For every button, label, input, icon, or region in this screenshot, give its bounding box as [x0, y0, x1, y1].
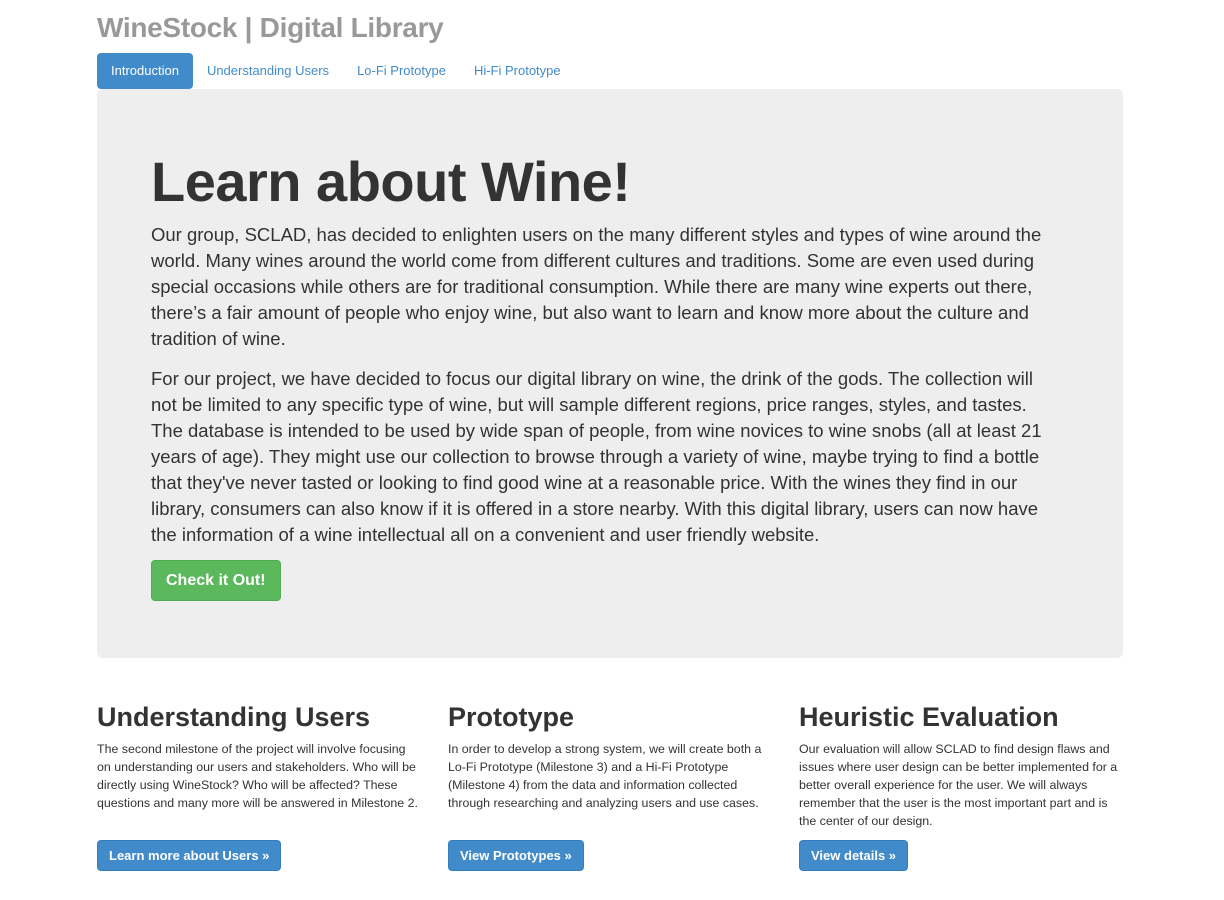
- nav-tabs: Introduction Understanding Users Lo-Fi P…: [97, 53, 575, 89]
- hero-intro-paragraph: Our group, SCLAD, has decided to enlight…: [151, 224, 1042, 349]
- hero-jumbotron: Learn about Wine! Our group, SCLAD, has …: [97, 89, 1123, 658]
- feature-heading: Understanding Users: [97, 702, 371, 732]
- feature-heading: Prototype: [448, 702, 575, 732]
- view-details-button[interactable]: View details »: [799, 840, 909, 871]
- feature-text: In order to develop a strong system, we …: [448, 742, 762, 810]
- learn-more-users-button[interactable]: Learn more about Users »: [97, 840, 282, 871]
- hero-project-paragraph: For our project, we have decided to focu…: [151, 368, 1042, 545]
- check-it-out-button[interactable]: Check it Out!: [151, 560, 281, 601]
- site-title: WineStock | Digital Library: [97, 12, 444, 43]
- feature-columns: Understanding Users The second milestone…: [97, 700, 1123, 880]
- hero-heading: Learn about Wine!: [151, 150, 631, 213]
- feature-understanding-users: Understanding Users The second milestone…: [97, 700, 421, 871]
- feature-text: Our evaluation will allow SCLAD to find …: [799, 742, 1118, 828]
- tab-understanding-users[interactable]: Understanding Users: [193, 53, 343, 89]
- view-prototypes-button[interactable]: View Prototypes »: [448, 840, 584, 871]
- tab-lofi-prototype[interactable]: Lo-Fi Prototype: [343, 53, 460, 89]
- feature-text: The second milestone of the project will…: [97, 742, 418, 810]
- feature-heuristic-evaluation: Heuristic Evaluation Our evaluation will…: [799, 700, 1123, 871]
- feature-prototype: Prototype In order to develop a strong s…: [448, 700, 772, 871]
- feature-heading: Heuristic Evaluation: [799, 702, 1059, 732]
- tab-introduction[interactable]: Introduction: [97, 53, 193, 89]
- tab-hifi-prototype[interactable]: Hi-Fi Prototype: [460, 53, 575, 89]
